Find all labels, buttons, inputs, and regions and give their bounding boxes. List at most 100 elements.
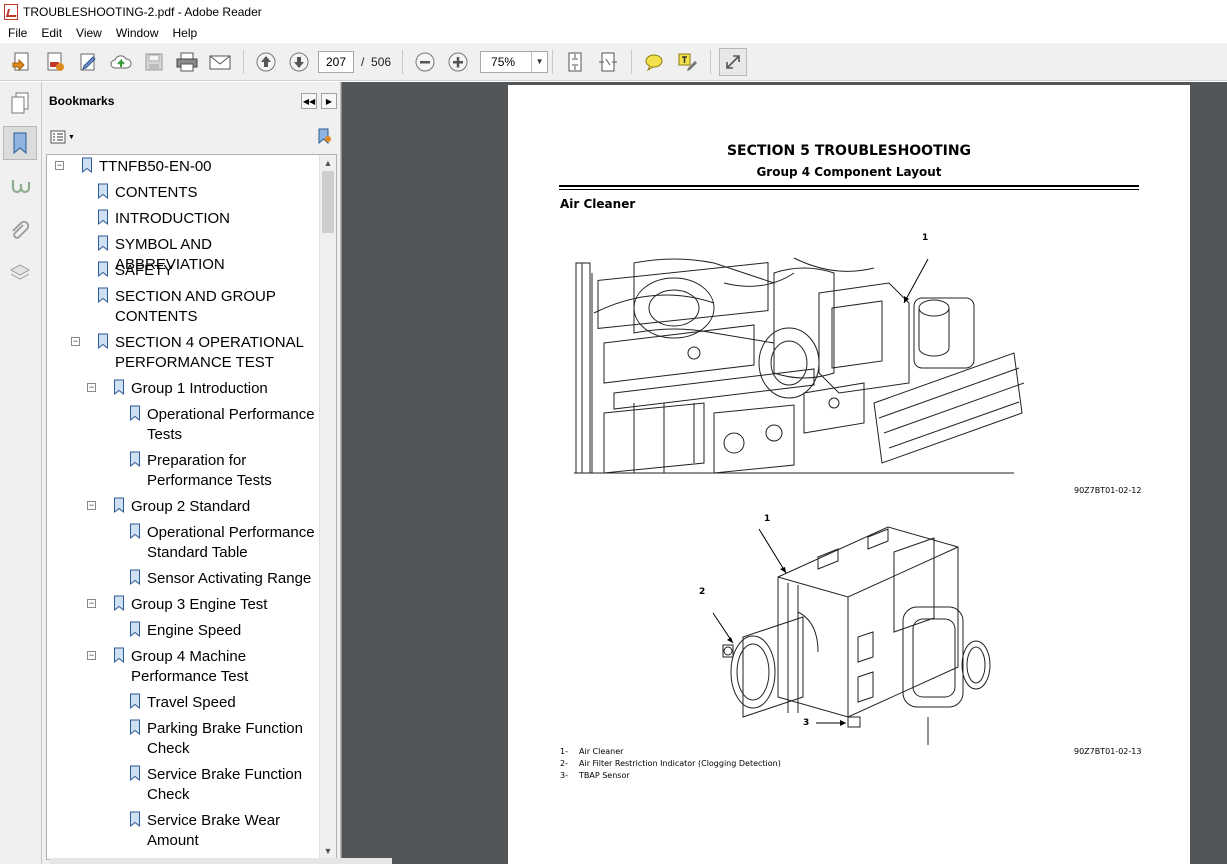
bookmark-item[interactable]: Service Brake Function Check [129,765,317,805]
email-button[interactable] [206,48,234,76]
heading-rule [559,185,1139,187]
prev-page-button[interactable] [252,48,280,76]
bookmark-icon [97,209,109,226]
scroll-down-icon[interactable]: ▼ [320,843,336,859]
bookmark-item[interactable]: Operational Performance Tests [129,405,317,445]
collapse-pane-button[interactable]: ◀◀ [301,93,317,109]
save-icon [145,53,163,70]
zoom-out-button[interactable] [411,48,439,76]
bookmark-item[interactable]: − Group 4 Machine Performance Test [87,647,317,687]
bookmark-item[interactable]: Parking Brake Function Check [129,719,317,759]
bookmark-label: Operational Performance Standard Table [147,524,315,561]
bookmark-item[interactable]: Preparation for Performance Tests [129,451,317,491]
page-count: / 506 [361,55,391,69]
scroll-up-icon[interactable]: ▲ [320,155,336,171]
save-button[interactable] [140,48,168,76]
bookmarks-panel-button[interactable] [3,126,37,160]
bookmarks-scrollbar[interactable]: ▲ ▼ [319,155,336,859]
collapse-toggle-icon[interactable]: − [71,337,80,346]
next-page-icon [289,52,309,71]
toolbar-separator [402,49,404,74]
subheading: Air Cleaner [560,197,636,211]
menu-window[interactable]: Window [108,26,165,40]
fit-width-icon [599,52,618,71]
bookmark-item[interactable]: Sensor Activating Range [129,569,317,589]
bookmark-item[interactable]: − SECTION 4 OPERATIONAL PERFORMANCE TEST [71,333,317,373]
bookmark-item[interactable]: SYMBOL AND ABBREVIATION [97,235,317,275]
bookmarks-header: Bookmarks ◀◀ ▶ [42,82,341,120]
menu-file[interactable]: File [0,26,33,40]
page-number-input[interactable]: 207 [318,50,354,73]
fit-width-button[interactable] [594,48,622,76]
comment-button[interactable] [640,48,668,76]
zoom-in-button[interactable] [444,48,472,76]
horizontal-scrollbar[interactable] [50,858,392,864]
edit-button[interactable] [74,48,102,76]
collapse-toggle-icon[interactable]: − [87,599,96,608]
bookmark-label: Travel Speed [147,694,236,711]
collapse-toggle-icon[interactable]: − [55,161,64,170]
layers-button[interactable] [3,256,37,290]
bookmark-label: TTNFB50-EN-00 [99,158,212,175]
group-title: Group 4 Component Layout [756,165,942,179]
collapse-toggle-icon[interactable]: − [87,383,96,392]
expand-pane-button[interactable]: ▶ [321,93,337,109]
print-icon [176,52,198,71]
bookmark-item[interactable]: Travel Speed [129,693,317,713]
scroll-thumb[interactable] [322,171,334,233]
next-page-button[interactable] [285,48,313,76]
fit-page-button[interactable] [561,48,589,76]
pdf-app-icon [4,3,18,20]
collapse-toggle-icon[interactable]: − [87,501,96,510]
bookmark-item[interactable]: − Group 2 Standard [87,497,317,517]
export-button[interactable] [41,48,69,76]
bookmark-item[interactable]: − Group 1 Introduction [87,379,317,399]
menu-view[interactable]: View [68,26,108,40]
legend-item: 2- Air Filter Restriction Indicator (Clog… [560,759,781,768]
chevron-down-icon[interactable]: ▼ [531,51,547,72]
bookmark-icon [129,693,141,710]
pdf-page: SECTION 5 TROUBLESHOOTING Group 4 Compon… [508,85,1190,864]
chevron-down-icon: ▼ [68,133,75,141]
collapse-toggle-icon[interactable]: − [87,651,96,660]
cloud-upload-icon [110,54,132,68]
bookmark-label: SECTION AND GROUP CONTENTS [115,288,276,325]
bookmark-item[interactable]: Engine Speed [129,621,317,641]
bookmark-item[interactable]: SECTION AND GROUP CONTENTS [97,287,317,327]
menu-edit[interactable]: Edit [33,26,68,40]
bookmark-label: Service Brake Function Check [147,766,303,803]
signatures-button[interactable] [3,170,37,204]
export-icon [47,52,64,71]
right-arrow-icon: ▶ [325,96,333,106]
highlight-button[interactable] [673,48,701,76]
bookmark-label: Parking Brake Function Check [147,720,303,757]
bookmark-item[interactable]: − TTNFB50-EN-00 [55,157,317,177]
bookmark-icon [113,595,125,612]
options-button[interactable]: ▼ [50,130,75,144]
print-button[interactable] [173,48,201,76]
section-title: SECTION 5 TROUBLESHOOTING [726,143,972,159]
create-pdf-button[interactable] [8,48,36,76]
bookmark-settings-button[interactable] [315,127,333,148]
zoom-select[interactable]: 75% ▼ [480,50,549,73]
page-thumbnails-button[interactable] [3,86,37,120]
bookmark-icon [129,569,141,586]
bookmark-settings-icon [318,128,331,144]
expand-icon [726,54,740,69]
bookmark-icon [129,765,141,782]
attachments-button[interactable] [3,214,37,248]
menu-help[interactable]: Help [165,26,204,40]
bookmark-item[interactable]: Service Brake Wear Amount [129,811,317,851]
bookmark-item[interactable]: Operational Performance Standard Table [129,523,317,563]
bookmark-item[interactable]: INTRODUCTION [97,209,317,229]
bookmark-item[interactable]: CONTENTS [97,183,317,203]
window-title: TROUBLESHOOTING-2.pdf - Adobe Reader [23,4,262,19]
bookmark-label: Group 3 Engine Test [131,596,268,613]
bookmarks-toolbar: ▼ [42,124,341,150]
upload-button[interactable] [107,48,135,76]
comment-icon [645,54,663,71]
bookmark-item[interactable]: − Group 3 Engine Test [87,595,317,615]
fit-page-icon [568,52,582,71]
bookmark-icon [113,497,125,514]
expand-button[interactable] [719,47,748,76]
